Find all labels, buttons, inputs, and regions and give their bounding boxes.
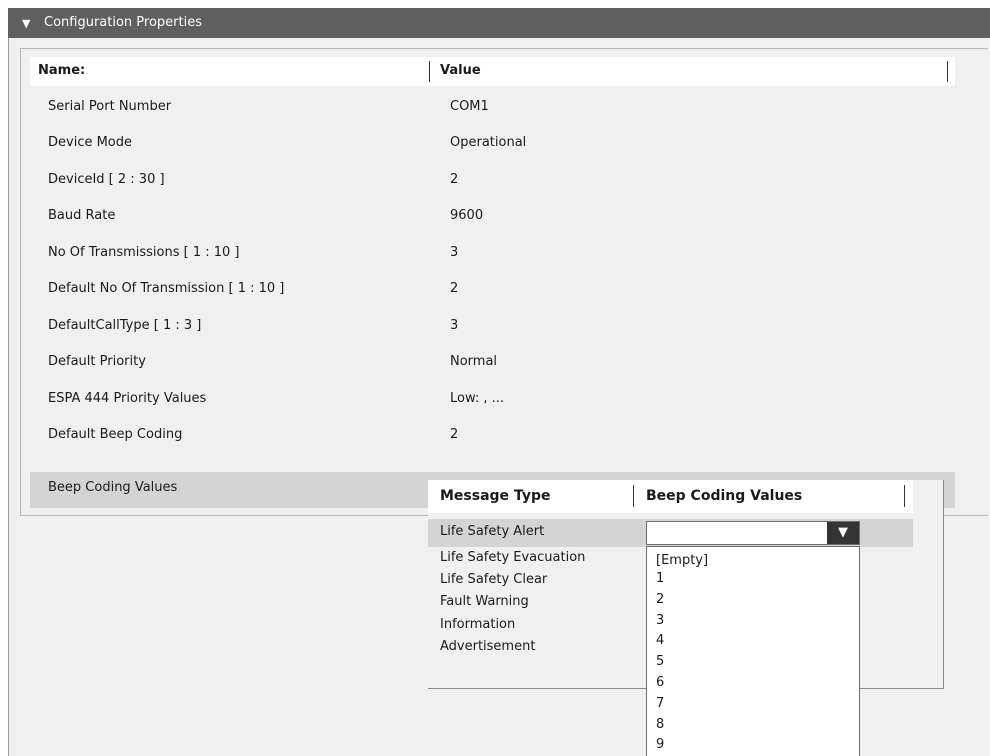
message-type-item[interactable]: Life Safety Alert: [440, 524, 544, 539]
property-name: Default Priority: [48, 354, 146, 369]
property-name: Default Beep Coding: [48, 427, 183, 442]
property-name: DeviceId [ 2 : 30 ]: [48, 172, 165, 187]
column-header-value[interactable]: Value: [440, 63, 481, 78]
property-name: Beep Coding Values: [48, 480, 178, 495]
dropdown-option[interactable]: 7: [656, 696, 664, 712]
message-type-item[interactable]: Life Safety Clear: [440, 572, 547, 587]
property-name: DefaultCallType [ 1 : 3 ]: [48, 318, 202, 333]
beep-coding-dropdown-list: [Empty] 1 2 3 4 5 6 7 8 9: [646, 546, 860, 756]
property-row[interactable]: No Of Transmissions [ 1 : 10 ] 3: [30, 236, 955, 272]
property-name: ESPA 444 Priority Values: [48, 391, 207, 406]
dropdown-option[interactable]: 6: [656, 675, 664, 691]
property-row[interactable]: Default Beep Coding 2: [30, 418, 955, 454]
property-name: Device Mode: [48, 135, 133, 150]
column-header-name[interactable]: Name:: [38, 63, 85, 78]
column-separator[interactable]: [429, 61, 430, 82]
property-value[interactable]: 2: [450, 281, 458, 296]
column-header-message-type[interactable]: Message Type: [440, 488, 550, 504]
property-row[interactable]: Baud Rate 9600: [30, 199, 955, 235]
property-value[interactable]: COM1: [450, 99, 489, 114]
property-value[interactable]: 9600: [450, 208, 483, 223]
property-name: Default No Of Transmission [ 1 : 10 ]: [48, 281, 285, 296]
property-row[interactable]: Default No Of Transmission [ 1 : 10 ] 2: [30, 272, 955, 308]
column-separator[interactable]: [904, 485, 905, 507]
message-type-item[interactable]: Life Safety Evacuation: [440, 550, 585, 565]
property-value[interactable]: 3: [450, 318, 458, 333]
beep-coding-combobox[interactable]: ▼: [646, 521, 860, 545]
dropdown-option[interactable]: 4: [656, 633, 664, 649]
property-value[interactable]: 2: [450, 172, 458, 187]
column-separator[interactable]: [633, 485, 634, 507]
property-value[interactable]: Operational: [450, 135, 526, 150]
column-header-beep-coding-values[interactable]: Beep Coding Values: [646, 488, 802, 504]
property-value[interactable]: 3: [450, 245, 458, 260]
column-separator[interactable]: [947, 61, 948, 82]
property-row[interactable]: DefaultCallType [ 1 : 3 ] 3: [30, 309, 955, 345]
dropdown-option[interactable]: 2: [656, 592, 664, 608]
header-title: Configuration Properties: [44, 15, 202, 30]
property-row[interactable]: Default Priority Normal: [30, 345, 955, 381]
grid-header: Name: Value: [30, 57, 955, 86]
dropdown-option[interactable]: 8: [656, 717, 664, 733]
dropdown-option[interactable]: 5: [656, 654, 664, 670]
collapse-triangle-icon[interactable]: ▼: [22, 17, 30, 30]
message-type-item[interactable]: Advertisement: [440, 639, 535, 654]
message-type-item[interactable]: Information: [440, 617, 515, 632]
property-value[interactable]: Low: , ...: [450, 391, 504, 406]
dropdown-arrow-icon[interactable]: ▼: [827, 522, 859, 544]
property-row[interactable]: ESPA 444 Priority Values Low: , ...: [30, 382, 955, 418]
dropdown-option[interactable]: [Empty]: [656, 553, 708, 569]
property-value[interactable]: Normal: [450, 354, 497, 369]
property-name: No Of Transmissions [ 1 : 10 ]: [48, 245, 240, 260]
property-row[interactable]: DeviceId [ 2 : 30 ] 2: [30, 163, 955, 199]
beep-coding-editor-header: Message Type Beep Coding Values: [428, 480, 913, 513]
dropdown-option[interactable]: 9: [656, 737, 664, 753]
configuration-properties-header[interactable]: ▼ Configuration Properties: [8, 8, 990, 38]
dropdown-option[interactable]: 1: [656, 571, 664, 587]
property-value[interactable]: 2: [450, 427, 458, 442]
message-type-item[interactable]: Fault Warning: [440, 594, 529, 609]
property-name: Serial Port Number: [48, 99, 172, 114]
property-row[interactable]: Device Mode Operational: [30, 126, 955, 162]
property-name: Baud Rate: [48, 208, 116, 223]
property-row[interactable]: Serial Port Number COM1: [30, 90, 955, 126]
dropdown-option[interactable]: 3: [656, 613, 664, 629]
